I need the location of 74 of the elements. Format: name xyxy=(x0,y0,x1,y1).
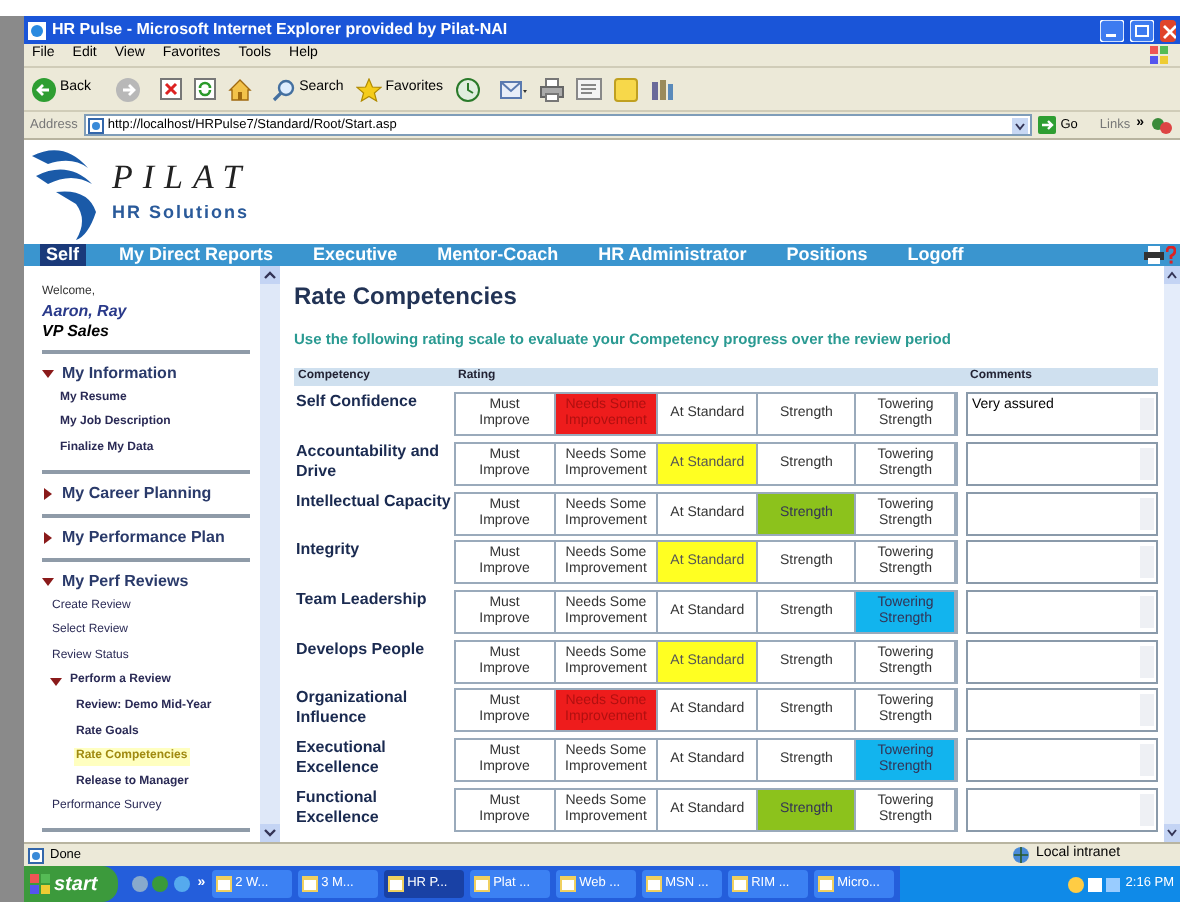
minimize-icon[interactable] xyxy=(1100,19,1124,41)
comment-field[interactable] xyxy=(966,540,1158,585)
competency-name: Integrity xyxy=(294,540,362,561)
comment-field[interactable] xyxy=(966,639,1158,684)
competency-name: Self Confidence xyxy=(294,392,419,413)
scroll-down-icon[interactable] xyxy=(260,824,280,842)
user-role: VP Sales xyxy=(42,322,112,342)
comment-field[interactable] xyxy=(966,441,1158,486)
window-icon xyxy=(817,876,834,892)
page-icon xyxy=(28,847,44,863)
page-icon xyxy=(87,117,104,133)
window-icon xyxy=(559,876,576,892)
star-icon xyxy=(355,77,382,101)
competency-name: Develops People xyxy=(294,639,427,660)
comment-field[interactable] xyxy=(966,738,1158,783)
expanded-arrow-icon[interactable] xyxy=(42,368,54,380)
comment-field[interactable] xyxy=(966,688,1158,733)
dropdown-arrow-icon[interactable] xyxy=(1012,117,1029,133)
document-icon[interactable] xyxy=(575,78,602,100)
expanded-arrow-icon[interactable] xyxy=(42,575,54,588)
window-icon xyxy=(731,876,748,892)
search-icon xyxy=(271,77,296,101)
back-arrow-icon xyxy=(32,77,56,101)
logo-tagline: HR Solutions xyxy=(112,200,251,226)
sidebar-scrollbar[interactable] xyxy=(260,266,280,842)
close-icon[interactable] xyxy=(1160,19,1176,41)
page-title: Rate Competencies xyxy=(294,280,519,312)
refresh-icon[interactable] xyxy=(193,78,216,100)
page-scrollbar[interactable] xyxy=(1164,266,1180,842)
maximize-icon[interactable] xyxy=(1130,19,1154,41)
scroll-up-icon[interactable] xyxy=(1164,266,1180,284)
messenger-icon[interactable] xyxy=(1150,115,1174,135)
comment-field[interactable] xyxy=(966,491,1158,536)
globe-icon xyxy=(1012,846,1030,864)
sidebar-section[interactable]: My Performance Plan xyxy=(62,525,225,550)
research-icon[interactable] xyxy=(649,77,674,101)
history-icon[interactable] xyxy=(455,77,480,101)
printer-icon[interactable] xyxy=(1144,246,1164,264)
expanded-arrow-icon[interactable] xyxy=(50,675,62,688)
mail-icon[interactable] xyxy=(499,77,528,101)
competency-name: Accountability and Drive xyxy=(294,441,442,482)
window-icon xyxy=(387,876,404,892)
windows-flag-icon xyxy=(30,874,50,894)
competency-name: Organizational Influence xyxy=(294,688,410,729)
sidebar-section[interactable]: My Perf Reviews xyxy=(62,569,189,594)
window-title: HR Pulse - Microsoft Internet Explorer provided by Pilat-NAI xyxy=(52,18,510,42)
windows-flag-icon xyxy=(1148,44,1172,66)
go-arrow-icon xyxy=(1038,116,1057,134)
window-icon xyxy=(215,876,232,892)
window-icon xyxy=(301,876,318,892)
competency-name: Functional Excellence xyxy=(294,787,381,828)
stop-icon[interactable] xyxy=(159,78,182,100)
collapsed-arrow-icon[interactable] xyxy=(42,487,54,500)
tray-icons-drawing xyxy=(1067,875,1120,893)
window-icon xyxy=(473,876,490,892)
logo-name: PILAT xyxy=(112,160,252,194)
comment-field[interactable] xyxy=(966,590,1158,634)
quick-launch-drawing xyxy=(131,874,192,894)
start-button[interactable]: start xyxy=(24,866,118,902)
window-icon xyxy=(645,876,662,892)
competency-name: Intellectual Capacity xyxy=(294,491,453,512)
competency-name: Executional Excellence xyxy=(294,738,388,779)
scroll-down-icon[interactable] xyxy=(1164,824,1180,842)
collapsed-arrow-icon[interactable] xyxy=(42,531,54,544)
competency-name: Team Leadership xyxy=(294,590,429,610)
nav-tab[interactable]: Self xyxy=(40,244,86,266)
home-icon[interactable] xyxy=(227,77,252,101)
scroll-up-icon[interactable] xyxy=(260,266,280,284)
comment-field[interactable] xyxy=(966,787,1158,832)
printer-icon[interactable] xyxy=(539,77,564,101)
user-name: Aaron, Ray xyxy=(42,302,129,322)
ie-icon xyxy=(28,21,46,39)
sidebar-section[interactable]: My Career Planning xyxy=(62,481,212,506)
sidebar-section[interactable]: My Information xyxy=(62,362,177,386)
